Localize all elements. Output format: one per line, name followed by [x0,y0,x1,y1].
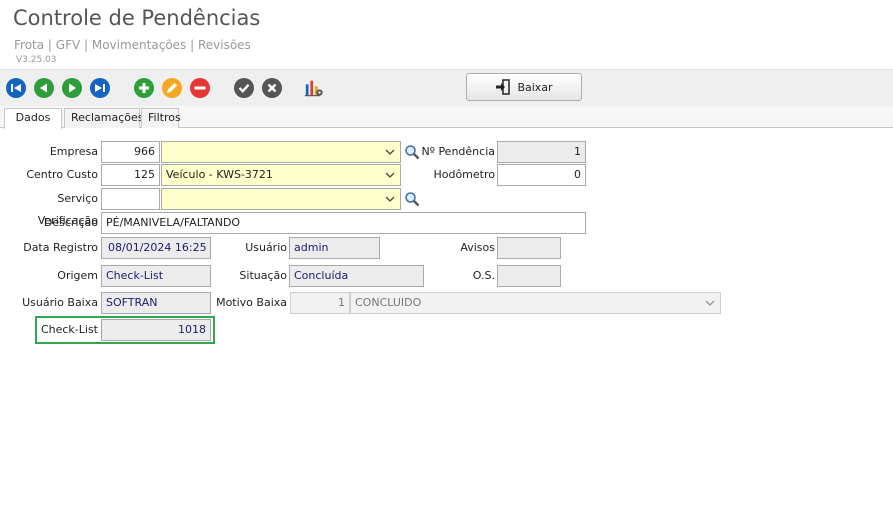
tab-dados[interactable]: Dados [4,108,62,129]
page-title: Controle de Pendências [13,6,261,30]
origem-label: Origem [57,269,98,282]
centro-custo-select[interactable]: Veículo - KWS-3721 [161,164,401,186]
version-label: V3.25.03 [16,55,57,65]
os-field [497,265,561,287]
chevron-down-icon [385,196,395,202]
chevron-down-icon [385,172,395,178]
exit-icon [496,79,511,95]
chevron-down-icon [705,300,715,306]
report-icon[interactable] [304,78,324,98]
tab-reclamacoes[interactable]: Reclamações [64,108,144,128]
page-header: Controle de Pendências Frota | GFV | Mov… [0,0,893,69]
baixar-button[interactable]: Baixar [466,73,582,101]
previous-record-icon[interactable] [34,78,54,98]
search-icon[interactable] [404,191,420,207]
check-list-label: Check-List [40,323,98,336]
num-pendencia-field: 1 [497,141,586,163]
data-registro-field: 08/01/2024 16:25 [101,237,211,259]
motivo-baixa-name: CONCLUIDO [355,296,422,309]
hodometro-field[interactable]: 0 [497,164,586,186]
baixar-label: Baixar [517,80,553,94]
chevron-down-icon [385,149,395,155]
breadcrumb: Frota | GFV | Movimentações | Revisões [14,38,251,52]
motivo-baixa-select: CONCLUIDO [350,292,721,314]
data-registro-label: Data Registro [23,241,98,254]
centro-custo-code-field[interactable]: 125 [101,164,160,186]
toolbar: Baixar [0,69,893,106]
avisos-field [497,237,561,259]
hodometro-label: Hodômetro [433,168,495,181]
usuario-field: admin [289,237,380,259]
centro-custo-name: Veículo - KWS-3721 [166,168,273,181]
descricao-label: Descrição [43,216,98,229]
next-record-icon[interactable] [62,78,82,98]
origem-field: Check-List [101,265,211,287]
confirm-icon[interactable] [234,78,254,98]
empresa-select[interactable] [161,141,401,163]
cancel-icon[interactable] [262,78,282,98]
num-pendencia-label: Nº Pendência [421,145,495,158]
motivo-baixa-label: Motivo Baixa [216,296,287,309]
add-icon[interactable] [134,78,154,98]
centro-custo-label: Centro Custo [26,168,98,181]
avisos-label: Avisos [460,241,495,254]
situacao-field: Concluída [289,265,424,287]
check-list-field: 1018 [101,319,211,341]
os-label: O.S. [472,269,495,282]
servico-verificacao-label: Serviço Verificação [37,192,98,227]
motivo-baixa-code-field: 1 [290,292,350,314]
servico-verificacao-code-field[interactable] [101,188,160,210]
descricao-field[interactable]: PÉ/MANIVELA/FALTANDO [101,212,586,234]
empresa-code-field[interactable]: 966 [101,141,160,163]
delete-icon[interactable] [190,78,210,98]
situacao-label: Situação [239,269,287,282]
first-record-icon[interactable] [6,78,26,98]
empresa-label: Empresa [49,145,98,158]
servico-verificacao-select[interactable] [161,188,401,210]
last-record-icon[interactable] [90,78,110,98]
edit-icon[interactable] [162,78,182,98]
tab-bar: Dados Reclamações Filtros [0,106,893,129]
usuario-baixa-field: SOFTRAN [101,292,211,314]
usuario-label: Usuário [245,241,287,254]
tab-filtros[interactable]: Filtros [141,108,181,128]
usuario-baixa-label: Usuário Baixa [22,296,98,309]
